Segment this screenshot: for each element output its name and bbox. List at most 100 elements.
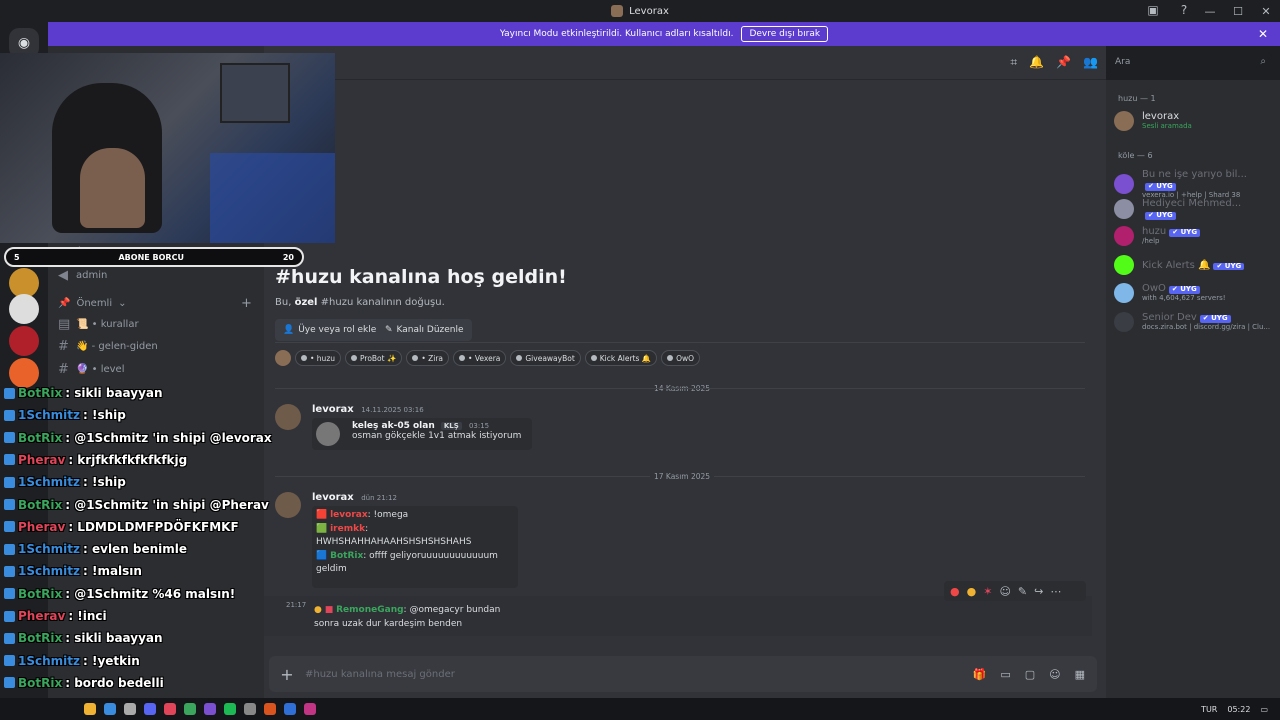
member-item[interactable]: huzu ✔ UYG/help: [1114, 226, 1274, 246]
message-author[interactable]: levorax dün 21:12: [312, 492, 397, 503]
app-icon[interactable]: [284, 703, 296, 715]
date-label: 17 Kasım 2025: [650, 472, 715, 481]
channel-admin[interactable]: ◀ admin: [58, 268, 107, 283]
reaction-icon[interactable]: ✶: [983, 585, 992, 598]
member-item[interactable]: Kick Alerts 🔔 ✔ UYG: [1114, 255, 1274, 275]
app-icon[interactable]: [304, 703, 316, 715]
close-button[interactable]: ✕: [1252, 5, 1280, 18]
channel-gelen-giden[interactable]: # 👋 - gelen-giden: [58, 339, 158, 354]
avatar: [316, 422, 340, 446]
channel-level[interactable]: # 🔮 • level: [58, 362, 125, 377]
maximize-button[interactable]: ☐: [1224, 5, 1252, 18]
channel-label: 📜 • kurallar: [76, 319, 139, 330]
reply-icon[interactable]: ↪: [1034, 585, 1043, 598]
language-indicator[interactable]: TUR: [1201, 705, 1217, 714]
close-icon[interactable]: ✕: [1258, 27, 1268, 41]
add-user-icon: 👤: [283, 325, 295, 335]
sticker-icon[interactable]: ▢: [1025, 668, 1035, 681]
category-label: Önemli: [76, 298, 113, 309]
voice-icon: ◀: [58, 268, 68, 283]
app-icon[interactable]: [124, 703, 136, 715]
edit-icon[interactable]: ✎: [1018, 585, 1027, 598]
tag[interactable]: GiveawayBot: [510, 350, 581, 366]
taskbar-apps: [0, 703, 316, 715]
channel-label: 🔮 • level: [76, 364, 125, 375]
stream-chat-line: BotRix: @1Schmitz 'in shipi @levorax: [4, 431, 272, 445]
avatar: [1114, 111, 1134, 131]
avatar[interactable]: [275, 492, 301, 518]
message-author[interactable]: levorax 14.11.2025 03:16: [312, 404, 424, 415]
reaction-icon[interactable]: ●: [967, 585, 977, 598]
minimize-button[interactable]: —: [1196, 5, 1224, 18]
platform-badge-icon: [4, 499, 15, 510]
chat-nick: BotRix: [18, 497, 63, 512]
app-icon[interactable]: [224, 703, 236, 715]
threads-icon[interactable]: ⌗: [1010, 55, 1017, 70]
app-icon[interactable]: [84, 703, 96, 715]
app-icon[interactable]: [164, 703, 176, 715]
channel-label: admin: [76, 270, 108, 281]
gif-icon[interactable]: ▭: [1000, 668, 1010, 681]
tag[interactable]: • Zira: [406, 350, 450, 366]
app-icon[interactable]: [264, 703, 276, 715]
app-icon[interactable]: [104, 703, 116, 715]
tag[interactable]: OwO: [661, 350, 701, 366]
taskbar: TUR 05:22 ▭: [0, 698, 1280, 720]
attach-icon[interactable]: +: [269, 665, 305, 684]
platform-badge-icon: [4, 476, 15, 488]
tag[interactable]: • huzu: [295, 350, 342, 366]
message-actions-bar: ● ● ✶ ☺ ✎ ↪ ⋯: [944, 581, 1086, 601]
avatar: [1114, 174, 1134, 195]
member-item[interactable]: Bu ne işe yarıyo bil...✔ UYG vexera.io | …: [1114, 169, 1274, 199]
chat-text: : krjfkfkfkfkfkfkjg: [68, 452, 188, 467]
avatar: [1114, 283, 1134, 303]
stream-chat-line: BotRix: @1Schmitz %46 malsın!: [4, 587, 235, 601]
app-icon[interactable]: [244, 703, 256, 715]
channel-kurallar[interactable]: ▤ 📜 • kurallar: [58, 317, 139, 332]
pin-icon[interactable]: 📌: [1056, 55, 1071, 70]
platform-badge-icon: [4, 655, 15, 667]
chat-text: : evlen benimle: [83, 542, 188, 557]
clock[interactable]: 05:22: [1227, 705, 1250, 714]
apps-icon[interactable]: ▦: [1075, 668, 1085, 681]
tag[interactable]: ProBot ✨: [345, 350, 403, 366]
avatar[interactable]: [275, 404, 301, 430]
tag[interactable]: • Vexera: [453, 350, 507, 366]
message-hovered[interactable]: 21:17 ● ■ RemoneGang: @omegacyr bundan s…: [264, 596, 1092, 636]
app-icon[interactable]: [144, 703, 156, 715]
server-icon[interactable]: [9, 294, 39, 324]
chat-nick: 1Schmitz: [18, 475, 80, 490]
message-input[interactable]: #huzu kanalına mesaj gönder: [305, 669, 973, 680]
more-icon[interactable]: ⋯: [1050, 585, 1061, 598]
member-item[interactable]: Senior Dev ✔ UYG docs.zira.bot | discord.g…: [1114, 312, 1274, 332]
app-icon[interactable]: [184, 703, 196, 715]
add-channel-icon[interactable]: +: [241, 296, 252, 311]
category-onemli[interactable]: 📌 Önemli ⌄: [58, 298, 127, 309]
platform-badge-icon: [4, 387, 15, 399]
gift-icon[interactable]: 🎁: [973, 668, 987, 681]
member-item[interactable]: Hediyeci Mehmed...✔ UYG: [1114, 198, 1274, 220]
stream-chat-line: BotRix: bordo bedelli: [4, 676, 164, 690]
disable-streamer-mode-button[interactable]: Devre dışı bırak: [741, 26, 829, 42]
emoji-icon[interactable]: ☺: [1049, 668, 1060, 681]
help-icon[interactable]: ?: [1176, 3, 1192, 19]
chat-text: : sikli baayyan: [65, 386, 163, 400]
member-item[interactable]: levorax Sesli aramada: [1114, 111, 1274, 131]
tag[interactable]: Kick Alerts 🔔: [584, 350, 658, 366]
app-icon[interactable]: [204, 703, 216, 715]
bell-icon[interactable]: 🔔: [1029, 55, 1044, 70]
server-icon[interactable]: [9, 358, 39, 388]
welcome-title: #huzu kanalına hoş geldin!: [275, 266, 567, 288]
edit-channel-button[interactable]: ✎ Kanalı Düzenle: [377, 319, 472, 341]
notifications-icon[interactable]: ▭: [1260, 705, 1268, 714]
members-icon[interactable]: 👥: [1083, 55, 1098, 70]
add-reaction-icon[interactable]: ☺: [999, 585, 1010, 598]
member-item[interactable]: OwO ✔ UYG with 4,604,627 servers!: [1114, 283, 1274, 303]
avatar: [275, 350, 291, 366]
add-member-button[interactable]: 👤 Üye veya rol ekle: [275, 319, 385, 341]
search-input[interactable]: Ara ⌕: [1110, 53, 1272, 73]
chat-area: ⌗ 🔔 📌 👥 #huzu kanalına hoş geldin! Bu, ö…: [264, 46, 1106, 698]
server-icon[interactable]: [9, 326, 39, 356]
reaction-icon[interactable]: ●: [950, 585, 960, 598]
inbox-icon[interactable]: ▣: [1145, 3, 1161, 19]
